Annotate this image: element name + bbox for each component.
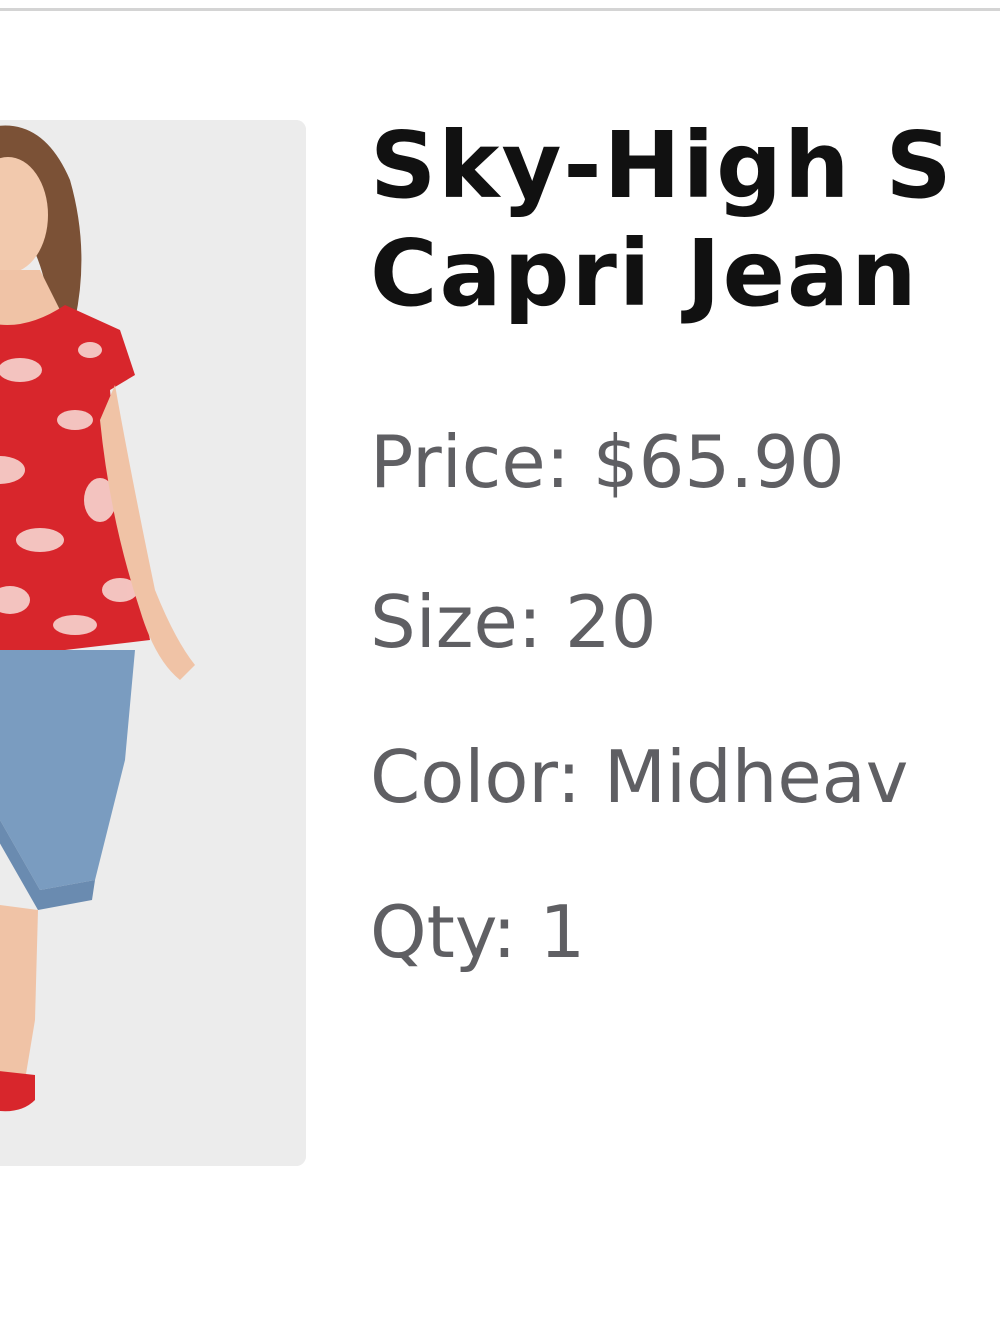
product-image[interactable]	[0, 120, 306, 1166]
color-label: Color:	[370, 735, 581, 819]
model-photo	[0, 120, 306, 1166]
product-title-line-2[interactable]: Capri Jean	[370, 220, 919, 327]
product-title[interactable]: Sky-High S Capri Jean	[370, 112, 1000, 328]
color-value: Midheav	[603, 735, 909, 819]
quantity-label: Qty:	[370, 890, 517, 974]
price-label: Price:	[370, 420, 570, 504]
quantity-row: Qty: 1	[370, 892, 585, 972]
size-label: Size:	[370, 580, 543, 664]
price-row: Price: $65.90	[370, 422, 845, 502]
price-value: $65.90	[592, 420, 845, 504]
quantity-value: 1	[539, 890, 586, 974]
product-title-line-1[interactable]: Sky-High S	[370, 112, 954, 219]
order-item-view: Sky-High S Capri Jean Price: $65.90 Size…	[0, 0, 1000, 1333]
size-value: 20	[564, 580, 657, 664]
product-details: Sky-High S Capri Jean Price: $65.90 Size…	[370, 112, 1000, 972]
color-row: Color: Midheav	[370, 737, 908, 817]
top-divider	[0, 8, 1000, 11]
size-row: Size: 20	[370, 582, 657, 662]
